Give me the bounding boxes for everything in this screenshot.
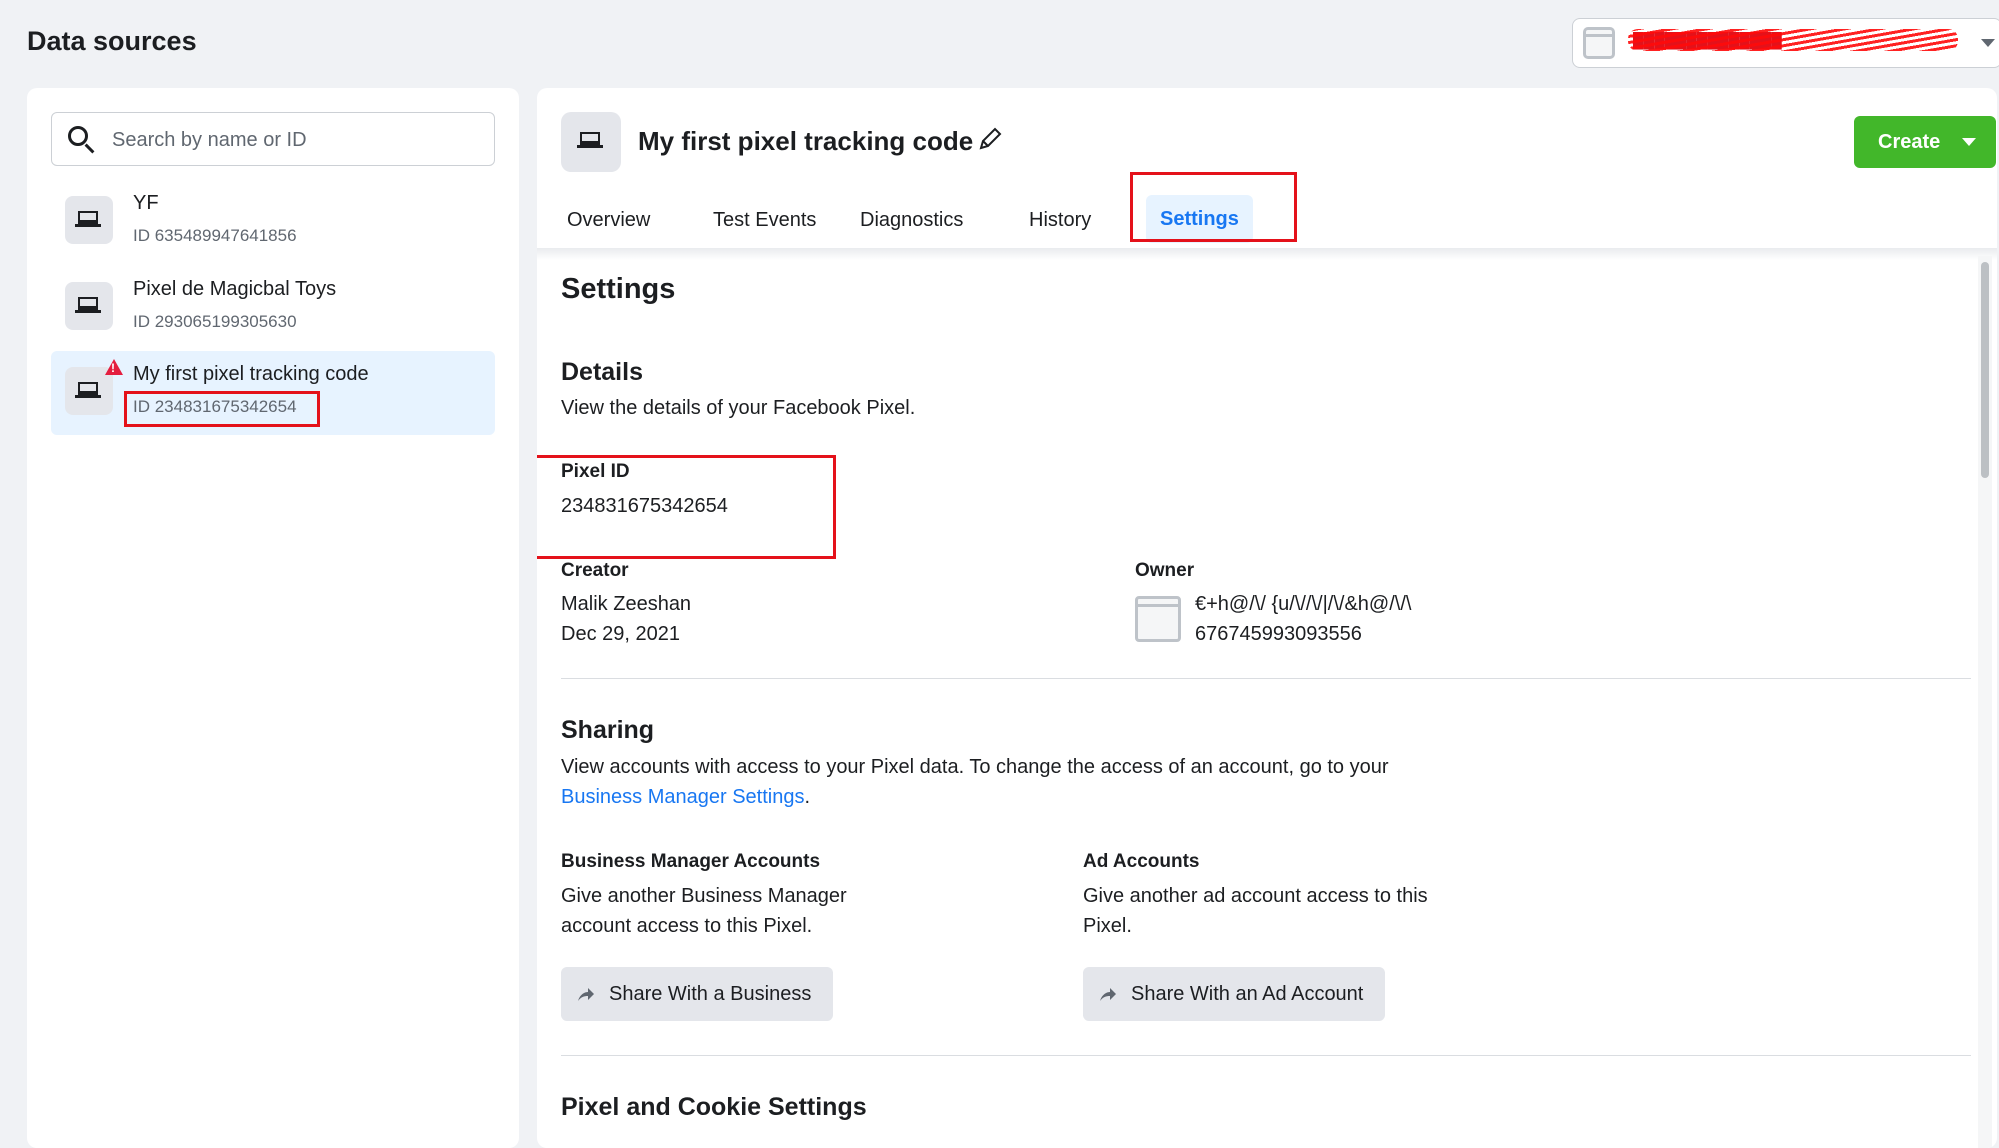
ad-accounts-desc-2: Pixel. [1083,915,1132,937]
search-box[interactable] [51,112,495,166]
business-icon [1135,596,1181,642]
sidebar-item-id: ID 635489947641856 [133,226,297,245]
create-button[interactable]: Create [1854,116,1996,168]
details-description: View the details of your Facebook Pixel. [561,397,916,419]
highlight-box-sidebar-id [124,391,320,427]
warning-icon [105,359,123,375]
ad-accounts-label: Ad Accounts [1083,851,1200,872]
owner-label: Owner [1135,560,1195,581]
tab-test-events[interactable]: Test Events [699,198,830,242]
creator-label: Creator [561,560,629,581]
bm-accounts-desc-2: account access to this Pixel. [561,915,813,937]
owner-id: 676745993093556 [1195,623,1362,645]
share-arrow-icon [1100,988,1116,1001]
sidebar-item-name: YF [133,192,159,214]
ad-accounts-desc-1: Give another ad account access to this [1083,885,1428,907]
share-with-ad-account-button[interactable]: Share With an Ad Account [1083,967,1386,1021]
sidebar-item-id: ID 293065199305630 [133,312,297,331]
laptop-icon [75,211,101,227]
business-manager-settings-link[interactable]: Business Manager Settings [561,786,804,808]
tab-bar-shadow [537,248,1997,260]
bm-accounts-label: Business Manager Accounts [561,851,821,872]
pixel-cookie-heading: Pixel and Cookie Settings [561,1093,867,1121]
account-switcher[interactable]: ██████████████ [1572,18,1999,68]
share-with-business-label: Share With a Business [609,983,812,1005]
chevron-down-icon[interactable] [1981,39,1995,47]
redaction-scribble [1628,29,1958,51]
section-divider [561,678,1971,679]
sharing-heading: Sharing [561,716,655,744]
creator-date: Dec 29, 2021 [561,623,680,645]
sharing-description: View accounts with access to your Pixel … [561,756,1389,778]
pencil-icon[interactable] [977,126,1003,152]
business-icon [1583,27,1615,59]
sidebar-item-yf[interactable]: YF ID 635489947641856 [51,180,495,264]
creator-name: Malik Zeeshan [561,593,692,615]
pixel-title: My first pixel tracking code [638,126,974,156]
bm-accounts-desc-1: Give another Business Manager [561,885,847,907]
tab-diagnostics[interactable]: Diagnostics [846,198,977,242]
search-input[interactable] [110,121,484,159]
chevron-down-icon [1962,138,1976,146]
owner-name: €+h@/\/ {u/\//\/|/\/&h@/\/\ [1195,593,1412,615]
sidebar-item-magicbal[interactable]: Pixel de Magicbal Toys ID 29306519930563… [51,266,495,350]
pixel-icon [65,196,113,244]
highlight-box-settings-tab [1130,172,1297,242]
tab-overview[interactable]: Overview [553,198,664,242]
scrollbar-thumb[interactable] [1981,262,1989,478]
page-title: Data sources [27,26,197,56]
pixel-detail-panel: My first pixel tracking code Create Over… [537,88,1997,1148]
settings-title: Settings [561,273,676,305]
share-arrow-icon [578,988,594,1001]
highlight-box-pixel-id [537,455,836,559]
pixel-icon [561,112,621,172]
tab-history[interactable]: History [1015,198,1105,242]
share-with-business-button[interactable]: Share With a Business [561,967,834,1021]
section-divider [561,1055,1971,1056]
scrollbar[interactable] [1978,256,1992,1148]
search-icon [68,126,88,146]
laptop-icon [75,297,101,313]
details-heading: Details [561,358,643,386]
data-sources-sidebar: YF ID 635489947641856 Pixel de Magicbal … [27,88,519,1148]
share-with-ad-account-label: Share With an Ad Account [1131,983,1364,1005]
laptop-icon [75,382,101,398]
link-suffix: . [804,786,811,808]
sidebar-item-name: My first pixel tracking code [133,363,369,385]
sidebar-item-name: Pixel de Magicbal Toys [133,278,337,300]
create-button-label: Create [1878,131,1941,153]
sharing-link-line: Business Manager Settings. [561,782,810,812]
laptop-icon [577,132,603,148]
pixel-icon [65,282,113,330]
